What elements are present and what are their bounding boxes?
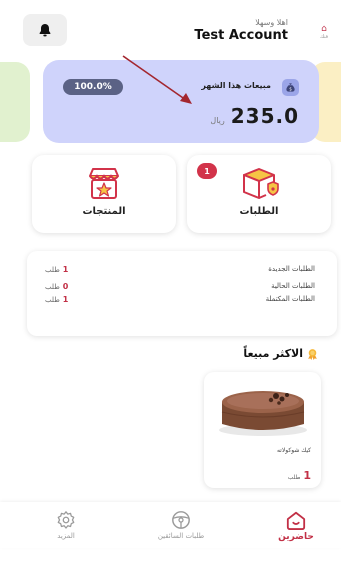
stat-unit: طلب [45,283,60,291]
stat-label: الطلبات المكتملة [265,295,315,303]
account-name: Test Account [194,28,288,43]
orders-label: الطلبات [239,206,279,217]
nav-item-present[interactable]: حاضرين [251,510,341,542]
monthly-sales-card[interactable]: 100.0% مبيعات هذا الشهر $ ريال 235.0 [43,60,319,143]
nav-label-more: المزيد [57,532,75,540]
best-seller-product-card[interactable]: كيك شوكولاته 1طلب [204,372,321,488]
stat-unit: طلب [45,266,60,274]
app-logo: ⌂ فنك [315,24,333,50]
stat-label: الطلبات الجديدة [268,265,315,273]
stat-label: الطلبات الحالية [271,282,315,290]
stat-value: 1طلب [45,295,68,304]
product-image [219,391,307,436]
stat-count: 0 [62,282,69,291]
stat-row-current[interactable]: الطلبات الحالية 0طلب [45,282,315,294]
notifications-button[interactable] [23,14,67,46]
best-sellers-title: الاكثر مبيعاً [243,347,303,360]
bell-icon [39,24,51,37]
best-sellers-heading: الاكثر مبيعاً [243,347,319,360]
nav-label-drivers: طلبات السائقين [157,532,205,540]
svg-text:$: $ [289,86,292,91]
stat-count: 1 [62,265,69,274]
nav-item-more[interactable]: المزيد [21,510,111,540]
product-order-count: 1 [303,469,311,482]
package-icon [243,168,279,199]
money-bag-icon: $ [282,79,299,96]
products-tile[interactable]: المنتجات [32,155,176,233]
stat-value: 1طلب [45,265,68,274]
stat-count: 1 [62,295,69,304]
sales-amount-row: ريال 235.0 [210,104,299,128]
nav-item-drivers[interactable]: طلبات السائقين [136,510,226,540]
greeting-block: اهلا وسهلا Test Account [194,18,288,44]
products-label: المنتجات [82,206,126,217]
gear-icon [57,511,75,529]
logo-mark-icon: ⌂ [321,24,327,34]
stat-row-new[interactable]: الطلبات الجديدة 1طلب [45,265,315,277]
product-orders: 1طلب [288,469,311,482]
header: اهلا وسهلا Test Account ⌂ فنك [0,10,341,56]
logo-text: فنك [319,34,329,40]
sales-percent-badge: 100.0% [63,79,123,95]
greeting-text: اهلا وسهلا [255,18,288,27]
carousel-card-previous[interactable] [0,62,30,142]
orders-stats-card: الطلبات الجديدة 1طلب الطلبات الحالية 0طل… [27,251,337,336]
product-order-unit: طلب [287,474,301,481]
stat-row-completed[interactable]: الطلبات المكتملة 1طلب [45,295,315,307]
nav-label-present: حاضرين [278,532,314,542]
orders-tile[interactable]: 1 الطلبات [187,155,331,233]
store-icon [89,168,119,199]
stat-value: 0طلب [45,282,68,291]
medal-icon [308,349,317,360]
sales-amount: 235.0 [230,104,299,128]
currency-label: ريال [210,116,225,125]
orders-count-badge: 1 [197,163,217,179]
sales-title: مبيعات هذا الشهر [201,81,271,90]
steering-wheel-icon [172,511,190,529]
product-name: كيك شوكولاته [276,447,311,454]
home-icon [286,511,306,530]
stat-unit: طلب [45,296,60,304]
bottom-navigation: حاضرين طلبات السائقين المزيد [0,502,341,548]
